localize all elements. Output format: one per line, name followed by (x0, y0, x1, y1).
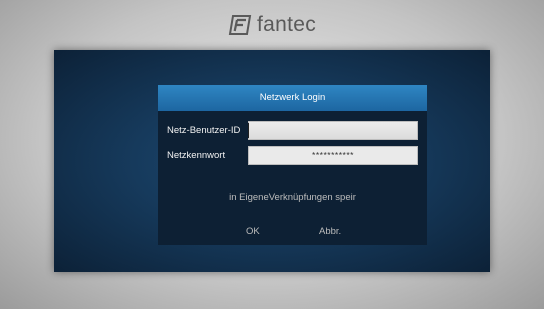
password-label: Netzkennwort (167, 150, 226, 161)
screen-stage: Netzwerk Login Netz-Benutzer-ID Netzkenn… (54, 50, 490, 272)
cancel-button[interactable]: Abbr. (319, 226, 341, 237)
password-row: Netzkennwort *********** (158, 146, 427, 165)
password-input[interactable]: *********** (248, 146, 418, 165)
user-id-input[interactable] (248, 121, 418, 140)
fantec-logo-icon (228, 15, 252, 35)
user-id-label: Netz-Benutzer-ID (167, 125, 241, 136)
ok-button[interactable]: OK (246, 226, 260, 237)
dialog-title: Netzwerk Login (158, 85, 427, 111)
brand-name: fantec (256, 13, 316, 36)
text-cursor (248, 123, 249, 138)
network-login-dialog: Netzwerk Login Netz-Benutzer-ID Netzkenn… (158, 85, 427, 245)
save-to-shortcuts-option[interactable]: in EigeneVerknüpfungen speir (158, 192, 427, 203)
user-id-row: Netz-Benutzer-ID (158, 121, 427, 140)
brand-logo: fantec (0, 10, 544, 40)
